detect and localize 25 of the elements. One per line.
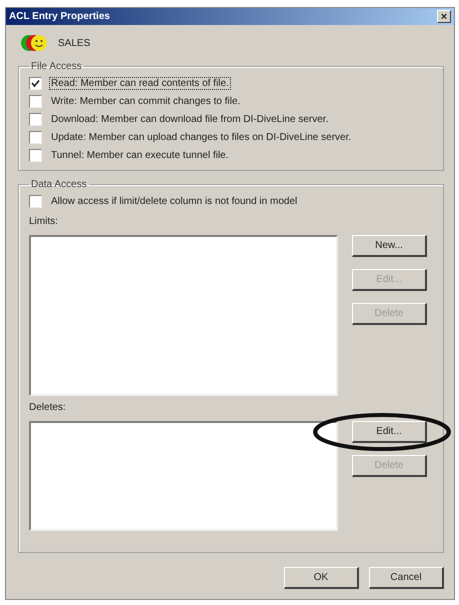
dialog-button[interactable]: Cancel bbox=[369, 567, 444, 589]
checkbox-label: Download: Member can download file from DI-DiveLine server. bbox=[50, 112, 330, 126]
deletes-label: Deletes: bbox=[29, 402, 67, 413]
limits-label: Limits: bbox=[29, 216, 59, 227]
entry-name: SALES bbox=[58, 38, 90, 48]
dialog-button[interactable]: OK bbox=[284, 567, 359, 589]
checkbox[interactable] bbox=[29, 194, 42, 208]
checkbox[interactable] bbox=[29, 130, 42, 144]
checkbox[interactable] bbox=[29, 148, 42, 162]
close-button[interactable]: × bbox=[437, 10, 451, 23]
group-title: Data Access bbox=[30, 179, 88, 190]
list-button[interactable]: Edit... bbox=[352, 421, 427, 443]
checkbox-label: Update: Member can upload changes to files on DI-DiveLine server. bbox=[50, 130, 352, 144]
checkbox[interactable] bbox=[29, 76, 42, 90]
checkbox[interactable] bbox=[29, 112, 42, 126]
user-group-icon bbox=[20, 33, 48, 53]
checkbox-label: Read: Member can read contents of file. bbox=[49, 76, 231, 90]
group-title: File Access bbox=[30, 61, 83, 72]
checkbox-label: Write: Member can commit changes to file. bbox=[50, 94, 242, 108]
checkbox[interactable] bbox=[29, 94, 42, 108]
checkbox-label: Tunnel: Member can execute tunnel file. bbox=[50, 148, 230, 162]
checkbox-label: Allow access if limit/delete column is not found in model bbox=[50, 194, 298, 208]
deletes-list[interactable] bbox=[29, 421, 338, 531]
window-title: ACL Entry Properties bbox=[9, 11, 110, 22]
list-button[interactable]: New... bbox=[352, 235, 427, 257]
